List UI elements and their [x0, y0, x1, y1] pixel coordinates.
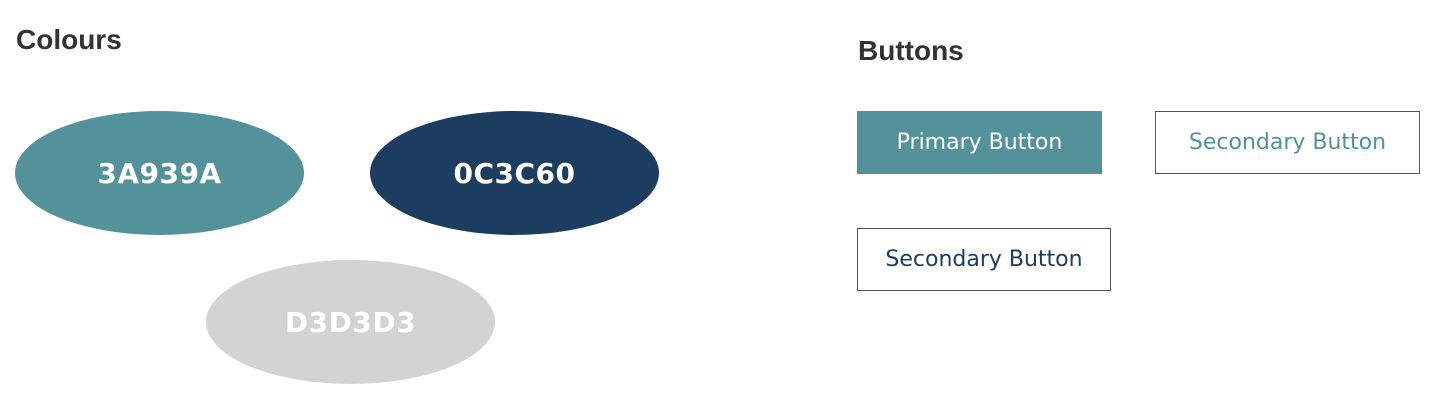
colour-swatch-d3d3d3: D3D3D3: [206, 260, 495, 384]
colour-swatch-3a939a: 3A939A: [15, 111, 304, 235]
swatch-label: 0C3C60: [453, 156, 576, 190]
colour-swatch-0c3c60: 0C3C60: [370, 111, 659, 235]
buttons-heading: Buttons: [858, 35, 964, 66]
secondary-button-navy[interactable]: Secondary Button: [857, 228, 1111, 291]
colours-heading: Colours: [16, 24, 122, 55]
primary-button[interactable]: Primary Button: [857, 111, 1102, 174]
swatch-label: 3A939A: [97, 156, 222, 190]
secondary-button-teal[interactable]: Secondary Button: [1155, 111, 1420, 174]
swatch-label: D3D3D3: [284, 305, 417, 339]
